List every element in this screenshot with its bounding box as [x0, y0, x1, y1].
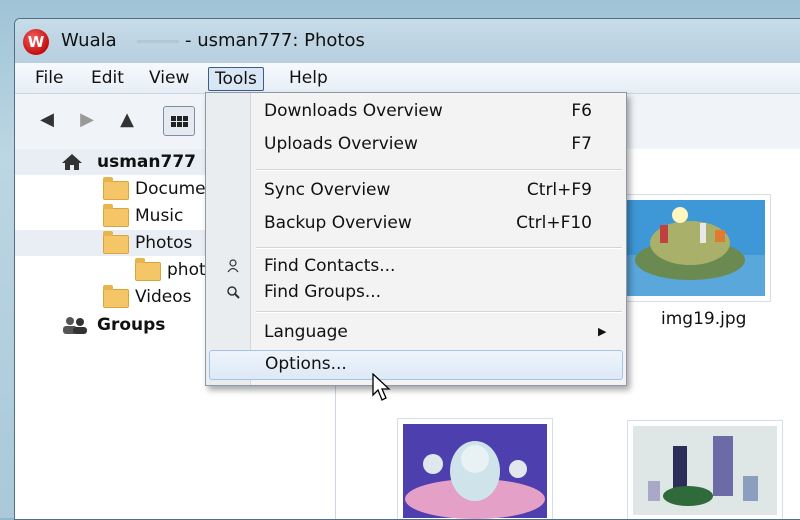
submenu-arrow-icon: ▶ [598, 325, 607, 338]
menu-item-label: Sync Overview [264, 180, 391, 200]
tree-label: Groups [97, 315, 166, 335]
up-icon[interactable]: ▲ [115, 108, 139, 132]
menu-item-sync-overview[interactable]: Sync Overview Ctrl+F9 [206, 178, 626, 204]
thumbnail-img19[interactable] [619, 194, 771, 302]
menu-item-find-groups[interactable]: Find Groups... [206, 280, 626, 306]
menu-separator [256, 169, 622, 171]
menu-help[interactable]: Help [283, 67, 334, 89]
grid-dot [171, 116, 176, 121]
menu-item-shortcut: Ctrl+F10 [516, 213, 592, 233]
home-icon [62, 154, 82, 170]
tree-label: Music [135, 206, 184, 226]
menu-separator [256, 247, 622, 249]
menu-item-label: Find Groups... [264, 282, 382, 302]
menu-item-language[interactable]: Language ▶ [206, 320, 626, 346]
title-bar[interactable]: W Wuala - usman777: Photos [15, 19, 800, 63]
thumbnail-caption: img19.jpg [661, 309, 747, 329]
magnifier-icon [227, 286, 240, 299]
folder-icon [103, 204, 129, 227]
menu-bar: File Edit View Tools Help [15, 63, 800, 94]
menu-item-label: Language [264, 322, 348, 342]
grid-dot [183, 116, 188, 121]
folder-icon [103, 231, 129, 254]
grid-dot [177, 116, 182, 121]
menu-item-label: Downloads Overview [264, 101, 443, 121]
back-icon[interactable]: ◀ [35, 108, 59, 132]
image-thumbnail [633, 426, 777, 515]
menu-separator [256, 311, 622, 313]
tree-label: Photos [135, 233, 193, 253]
thumbnail-image[interactable] [627, 420, 783, 519]
mouse-pointer-icon [372, 373, 391, 401]
image-thumbnail [625, 200, 765, 296]
menu-item-label: Options... [265, 354, 347, 374]
tools-dropdown-menu: Downloads Overview F6 Uploads Overview F… [205, 92, 627, 386]
app-name: Wuala [61, 30, 117, 51]
folder-icon [103, 285, 129, 308]
tree-label: Videos [135, 287, 192, 307]
image-thumbnail [403, 424, 547, 519]
thumbnail-image[interactable] [397, 418, 553, 519]
redacted-text [137, 40, 179, 43]
menu-item-shortcut: F6 [571, 101, 592, 121]
menu-item-shortcut: Ctrl+F9 [526, 180, 592, 200]
menu-item-uploads-overview[interactable]: Uploads Overview F7 [206, 132, 626, 158]
menu-item-label: Find Contacts... [264, 256, 396, 276]
forward-icon[interactable]: ▶ [75, 108, 99, 132]
menu-item-find-contacts[interactable]: Find Contacts... [206, 254, 626, 280]
menu-item-downloads-overview[interactable]: Downloads Overview F6 [206, 99, 626, 125]
tree-label: usman777 [97, 152, 196, 172]
menu-file[interactable]: File [29, 67, 69, 89]
grid-dot [171, 122, 176, 127]
menu-tools[interactable]: Tools [208, 67, 264, 91]
window-title: - usman777: Photos [185, 30, 365, 51]
contact-icon [227, 259, 239, 273]
menu-item-backup-overview[interactable]: Backup Overview Ctrl+F10 [206, 211, 626, 237]
wuala-logo-icon: W [23, 29, 49, 55]
groups-icon [63, 317, 87, 334]
menu-item-label: Backup Overview [264, 213, 412, 233]
menu-edit[interactable]: Edit [85, 67, 130, 89]
menu-item-shortcut: F7 [571, 134, 592, 154]
folder-icon [103, 177, 129, 200]
menu-item-label: Uploads Overview [264, 134, 418, 154]
menu-item-options[interactable]: Options... [209, 350, 623, 380]
tree-label: Docume [135, 179, 206, 199]
sync-folder-icon [135, 258, 161, 281]
grid-dot [177, 122, 182, 127]
tree-label: phot [167, 260, 206, 280]
menu-view[interactable]: View [143, 67, 195, 89]
grid-dot [183, 122, 188, 127]
grid-view-icon[interactable] [163, 106, 195, 136]
